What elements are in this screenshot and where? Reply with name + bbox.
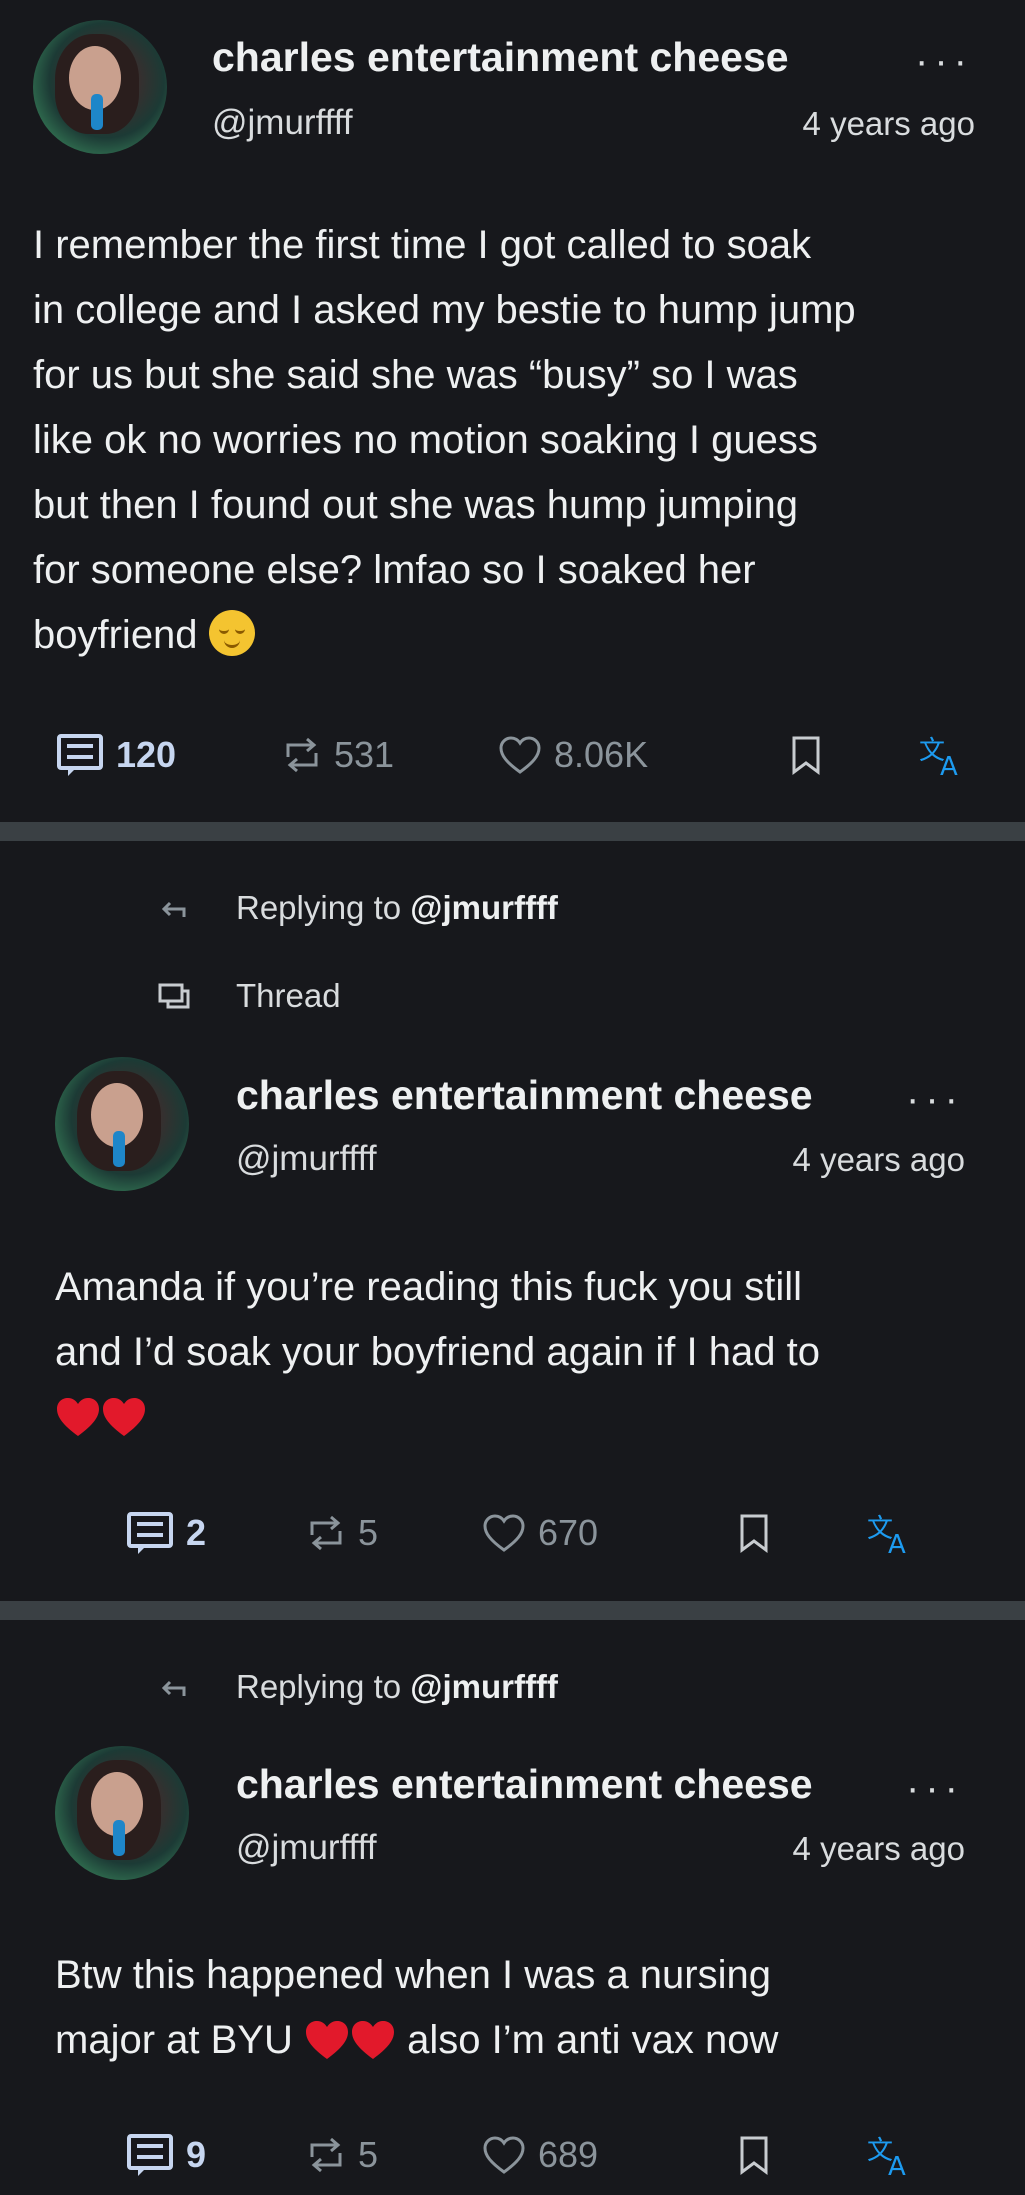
author-name[interactable]: charles entertainment cheese — [236, 1072, 813, 1119]
bookmark-button[interactable] — [738, 1503, 770, 1563]
red-heart-emoji-icon — [57, 1398, 99, 1436]
action-bar: 120 531 8.06K 文A — [0, 725, 1025, 785]
comment-icon — [127, 1512, 173, 1554]
more-options-icon[interactable]: ··· — [906, 1079, 964, 1119]
like-count: 8.06K — [554, 734, 649, 775]
reply-button[interactable]: 9 — [126, 2125, 206, 2185]
red-heart-emoji-icon — [103, 1398, 145, 1436]
action-bar: 9 5 689 文A — [0, 2125, 1025, 2185]
like-count: 670 — [538, 1512, 599, 1553]
translate-icon: 文A — [867, 2136, 906, 2177]
bookmark-icon — [792, 736, 820, 775]
like-count: 689 — [538, 2134, 599, 2175]
post-text: Amanda if you’re reading this fuck you s… — [55, 1255, 995, 1450]
author-name[interactable]: charles entertainment cheese — [212, 34, 789, 81]
translate-button[interactable]: 文A — [866, 1503, 916, 1563]
bookmark-button[interactable] — [790, 725, 822, 785]
svg-text:A: A — [888, 2152, 906, 2177]
repost-icon — [310, 1515, 342, 1551]
avatar[interactable] — [55, 1746, 189, 1880]
translate-button[interactable]: 文A — [866, 2125, 916, 2185]
repost-icon — [286, 737, 318, 773]
svg-text:A: A — [888, 1530, 906, 1555]
replying-to-handle[interactable]: @jmurffff — [410, 889, 558, 926]
relieved-face-emoji-icon — [208, 610, 255, 656]
post-time: 4 years ago — [792, 1830, 965, 1867]
red-heart-emoji-icon — [351, 2021, 394, 2059]
more-options-icon[interactable]: ··· — [906, 1768, 964, 1808]
post-time: 4 years ago — [802, 105, 975, 142]
comment-icon — [57, 734, 103, 776]
reply-button[interactable]: 120 — [56, 725, 176, 785]
author-handle[interactable]: @jmurffff — [236, 1139, 377, 1179]
more-options-icon[interactable]: ··· — [915, 41, 973, 81]
post-2: Replying to @jmurffff Thread charles ent… — [0, 841, 1025, 1601]
replying-to-label: Replying to @jmurffff — [236, 1668, 558, 1705]
svg-text:A: A — [940, 752, 958, 777]
separator — [0, 1601, 1025, 1620]
bookmark-button[interactable] — [738, 2125, 770, 2185]
heart-icon — [483, 1514, 525, 1552]
reply-count: 120 — [116, 734, 177, 775]
author-name[interactable]: charles entertainment cheese — [236, 1761, 813, 1808]
separator — [0, 822, 1025, 841]
replying-to-label: Replying to @jmurffff — [236, 889, 558, 926]
bookmark-icon — [740, 2136, 768, 2175]
post-1: charles entertainment cheese ··· @jmurff… — [0, 0, 1025, 822]
author-handle[interactable]: @jmurffff — [236, 1828, 377, 1868]
translate-button[interactable]: 文A — [918, 725, 968, 785]
repost-button[interactable]: 5 — [306, 2125, 378, 2185]
post-time: 4 years ago — [792, 1141, 965, 1178]
thread-icon — [158, 983, 190, 1009]
heart-icon — [483, 2136, 525, 2174]
reply-count: 9 — [186, 2134, 207, 2175]
repost-count: 5 — [358, 1512, 379, 1553]
reply-arrow-icon — [161, 901, 186, 917]
reply-count: 2 — [186, 1512, 207, 1553]
avatar[interactable] — [33, 20, 167, 154]
author-handle[interactable]: @jmurffff — [212, 103, 353, 143]
like-button[interactable]: 670 — [482, 1503, 598, 1563]
post-text: Btw this happened when I was a nursing m… — [55, 1953, 779, 2062]
replying-to-handle[interactable]: @jmurffff — [410, 1668, 558, 1705]
post-3: Replying to @jmurffff charles entertainm… — [0, 1620, 1025, 2195]
translate-icon: 文A — [919, 736, 958, 777]
repost-button[interactable]: 531 — [282, 725, 394, 785]
bookmark-icon — [740, 1514, 768, 1553]
reply-arrow-icon — [161, 1680, 186, 1696]
post-text: I remember the first time I got called t… — [33, 223, 856, 657]
red-heart-emoji-icon — [305, 2021, 348, 2059]
like-button[interactable]: 8.06K — [498, 725, 648, 785]
translate-icon: 文A — [867, 1514, 906, 1555]
thread-label[interactable]: Thread — [236, 977, 341, 1015]
comment-icon — [127, 2134, 173, 2176]
like-button[interactable]: 689 — [482, 2125, 598, 2185]
heart-icon — [499, 736, 541, 774]
repost-count: 531 — [334, 734, 395, 775]
repost-button[interactable]: 5 — [306, 1503, 378, 1563]
reply-button[interactable]: 2 — [126, 1503, 206, 1563]
action-bar: 2 5 670 文A — [0, 1503, 1025, 1563]
repost-count: 5 — [358, 2134, 379, 2175]
avatar[interactable] — [55, 1057, 189, 1191]
repost-icon — [310, 2137, 342, 2173]
